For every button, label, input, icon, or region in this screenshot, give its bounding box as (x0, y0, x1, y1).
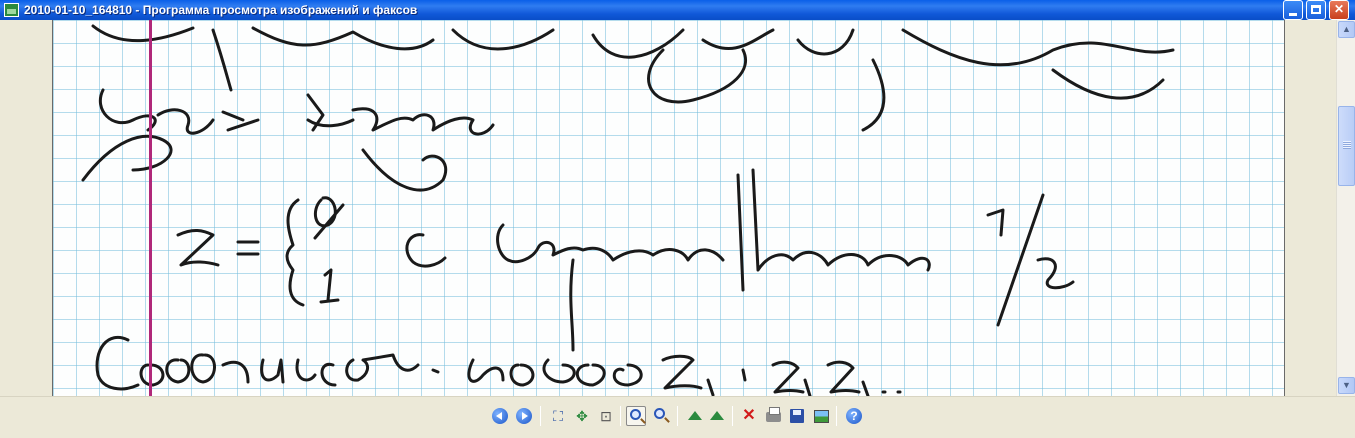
toolbar-separator (540, 406, 541, 426)
toolbar-separator (732, 406, 733, 426)
viewer-toolbar: ⛶ ✥ ⊡ ✕ ? (0, 396, 1355, 438)
zoom-in-button[interactable] (626, 406, 646, 426)
zoom-in-icon (630, 409, 641, 420)
title-bar[interactable]: 2010-01-10_164810 - Программа просмотра … (0, 0, 1355, 20)
edit-image-button[interactable] (811, 406, 831, 426)
next-image-button[interactable] (514, 406, 534, 426)
maximize-button[interactable] (1306, 0, 1326, 20)
scroll-grip-icon (1343, 141, 1351, 149)
best-fit-button[interactable]: ⛶ (548, 406, 568, 426)
print-button[interactable] (763, 406, 783, 426)
scroll-up-icon: ▲ (1342, 24, 1351, 34)
scroll-down-button[interactable]: ▼ (1338, 377, 1355, 394)
vertical-scrollbar[interactable]: ▲ ▼ (1336, 20, 1355, 396)
toolbar-separator (620, 406, 621, 426)
close-button[interactable]: ✕ (1329, 0, 1349, 20)
margin-line (149, 20, 152, 396)
save-icon (790, 409, 804, 423)
minimize-icon (1289, 13, 1297, 16)
handwritten-notebook-page (52, 20, 1285, 396)
delete-icon: ✕ (742, 407, 756, 424)
best-fit-icon: ⛶ (553, 408, 563, 424)
minimize-button[interactable] (1283, 0, 1303, 20)
print-icon (765, 407, 781, 422)
save-button[interactable] (787, 406, 807, 426)
help-icon: ? (846, 408, 862, 424)
rotate-clockwise-icon (688, 411, 702, 420)
close-icon: ✕ (1333, 2, 1345, 16)
scroll-thumb[interactable] (1338, 106, 1355, 186)
zoom-out-icon (654, 408, 665, 419)
toolbar-separator (836, 406, 837, 426)
handwriting-ink (81, 24, 1175, 396)
zoom-out-button[interactable] (651, 406, 671, 426)
scroll-up-button[interactable]: ▲ (1338, 21, 1355, 38)
rotate-clockwise-button[interactable] (685, 406, 705, 426)
delete-button[interactable]: ✕ (739, 406, 759, 426)
image-viewer-icon (4, 3, 19, 17)
rotate-counterclockwise-icon (710, 411, 724, 420)
edit-image-icon (813, 410, 829, 423)
rotate-counterclockwise-button[interactable] (707, 406, 727, 426)
maximize-icon (1311, 5, 1321, 14)
slideshow-icon: ⊡ (600, 408, 612, 424)
scroll-down-icon: ▼ (1342, 380, 1351, 390)
help-button[interactable]: ? (844, 406, 864, 426)
toolbar-separator (677, 406, 678, 426)
image-viewport[interactable] (0, 20, 1336, 396)
actual-size-icon: ✥ (576, 408, 588, 424)
slideshow-button[interactable]: ⊡ (596, 406, 616, 426)
actual-size-button[interactable]: ✥ (572, 406, 592, 426)
previous-icon (492, 408, 508, 424)
window-title: 2010-01-10_164810 - Программа просмотра … (24, 3, 418, 17)
previous-image-button[interactable] (490, 406, 510, 426)
next-icon (516, 408, 532, 424)
